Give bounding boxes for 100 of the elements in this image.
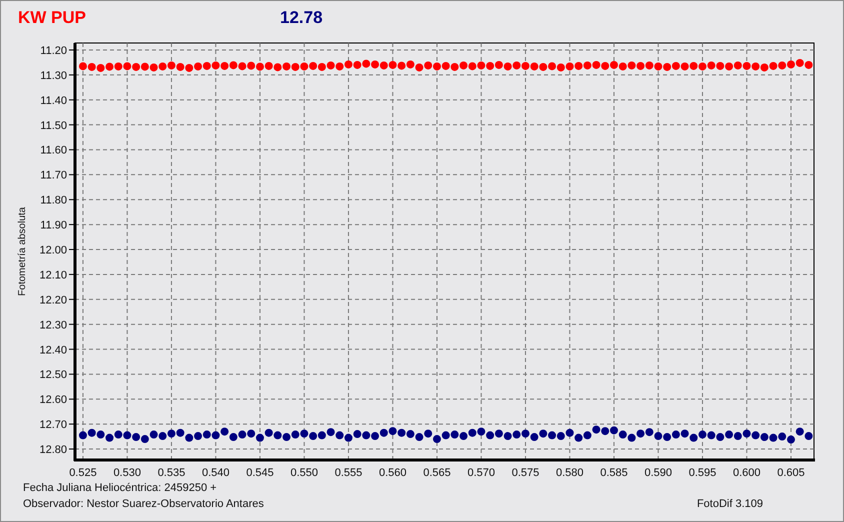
y-tick-label: 11.30: [40, 70, 67, 82]
x-tick-label: 0.580: [556, 467, 584, 479]
x-tick-label: 0.590: [644, 467, 672, 479]
y-tick-label: 12.30: [39, 319, 67, 332]
data-point: [680, 430, 689, 438]
data-point: [238, 430, 246, 439]
data-point: [229, 61, 238, 70]
data-point: [424, 61, 432, 70]
data-point: [300, 62, 308, 70]
data-point: [530, 433, 538, 442]
data-point: [220, 428, 229, 436]
data-point: [804, 60, 813, 69]
y-tick-label: 12.00: [39, 244, 67, 256]
data-point: [158, 62, 167, 70]
x-tick-label: 0.575: [512, 467, 540, 479]
date-label: Fecha Juliana Heliocéntrica: 2459250 +: [23, 481, 217, 496]
data-point: [796, 58, 804, 67]
data-point: [628, 434, 636, 442]
y-tick-label: 12.80: [39, 444, 67, 456]
data-point: [406, 430, 414, 438]
data-point: [309, 62, 318, 70]
y-tick-label: 12.10: [39, 269, 67, 282]
data-point: [371, 60, 380, 68]
data-point: [556, 63, 565, 72]
data-point: [88, 428, 96, 437]
data-point: [114, 62, 122, 70]
data-point: [521, 62, 530, 70]
data-point: [760, 433, 768, 442]
data-point: [88, 62, 96, 71]
data-point: [96, 430, 105, 439]
data-point: [716, 62, 724, 70]
data-point: [300, 430, 308, 438]
data-point: [123, 431, 132, 440]
x-tick-label: 0.585: [600, 467, 628, 479]
y-tick-label: 11.70: [40, 170, 67, 182]
data-point: [212, 431, 220, 440]
data-point: [114, 430, 122, 439]
y-axis-title: Fotometría absoluta: [17, 207, 28, 296]
data-point: [309, 432, 318, 440]
data-point: [672, 430, 680, 439]
data-point: [636, 62, 645, 70]
observer-label: Observador: Nestor Suarez-Observatorio Antares: [23, 497, 264, 512]
data-point: [654, 62, 662, 70]
data-point: [521, 430, 530, 438]
data-point: [282, 62, 291, 70]
data-point: [539, 62, 548, 71]
data-point: [512, 61, 521, 70]
data-point: [78, 431, 87, 440]
data-point: [548, 431, 556, 440]
data-point: [460, 432, 468, 440]
data-point: [362, 431, 370, 440]
data-point: [274, 63, 282, 72]
data-point: [504, 62, 512, 70]
data-point: [486, 431, 494, 440]
data-point: [804, 432, 813, 440]
y-tick-label: 11.90: [40, 220, 67, 232]
data-point: [583, 61, 592, 70]
data-point: [796, 428, 804, 436]
data-point: [610, 60, 618, 69]
data-point: [450, 430, 459, 439]
data-point: [442, 62, 450, 70]
data-point: [442, 431, 450, 440]
y-tick-label: 12.50: [39, 369, 67, 382]
x-tick-label: 0.535: [158, 467, 186, 479]
data-point: [592, 60, 600, 69]
star-name: KW PUP: [18, 7, 87, 30]
y-tick-label: 11.80: [40, 194, 67, 207]
data-point: [406, 60, 414, 68]
data-point: [415, 63, 424, 72]
data-point: [106, 434, 114, 442]
data-point: [388, 60, 397, 69]
data-point: [707, 431, 716, 440]
data-point: [486, 62, 494, 70]
x-tick-label: 0.540: [202, 467, 230, 479]
data-point: [450, 62, 459, 71]
data-point: [150, 63, 158, 72]
data-point: [601, 62, 610, 70]
y-tick-label: 11.20: [40, 44, 67, 57]
data-point: [601, 427, 610, 436]
data-point: [752, 431, 760, 440]
data-point: [752, 62, 760, 70]
data-point: [698, 62, 706, 70]
data-point: [574, 62, 583, 70]
data-point: [460, 61, 468, 70]
data-point: [690, 434, 698, 442]
data-point: [380, 428, 388, 437]
data-point: [194, 432, 202, 440]
data-point: [353, 430, 362, 438]
data-point: [468, 62, 476, 70]
data-point: [167, 430, 176, 438]
data-point: [690, 62, 698, 70]
data-point: [344, 60, 352, 68]
data-point: [769, 62, 778, 70]
x-tick-label: 0.600: [732, 467, 760, 479]
data-point: [194, 62, 202, 70]
data-point: [176, 428, 184, 437]
data-point: [78, 62, 87, 70]
data-point: [468, 428, 476, 437]
data-point: [229, 433, 238, 442]
data-point: [716, 433, 724, 442]
